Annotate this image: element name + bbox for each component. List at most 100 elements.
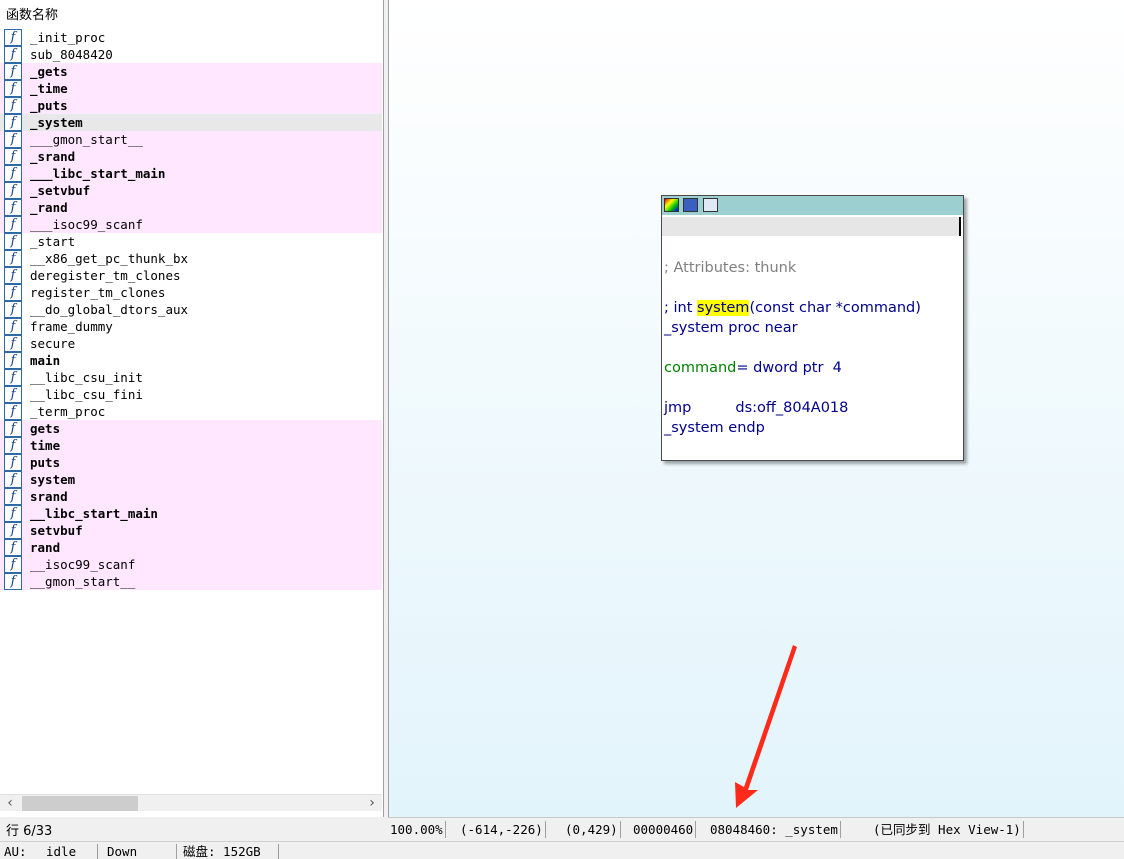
function-row[interactable]: f ___gmon_start__ [0, 131, 382, 148]
function-icon: f [4, 522, 22, 539]
function-icon: f [4, 318, 22, 335]
function-name: ___isoc99_scanf [30, 217, 143, 232]
rename-icon[interactable] [683, 198, 698, 212]
node-header [662, 217, 959, 236]
function-row[interactable]: f frame_dummy [0, 318, 382, 335]
au-label: AU: [4, 844, 27, 859]
function-row[interactable]: f __gmon_start__ [0, 573, 382, 590]
attributes-comment: ; Attributes: thunk [664, 260, 797, 276]
function-name: ___libc_start_main [30, 166, 166, 181]
function-row[interactable]: f setvbuf [0, 522, 382, 539]
function-name: setvbuf [30, 523, 83, 538]
function-name: puts [30, 455, 61, 470]
color-icon[interactable] [664, 198, 679, 212]
prototype-suffix: (const char *command) [749, 300, 921, 316]
mouse-coords: (-614,-226) [458, 821, 546, 838]
function-row[interactable]: f _term_proc [0, 403, 382, 420]
function-icon: f [4, 488, 22, 505]
function-name: _gets [30, 64, 68, 79]
code-node[interactable]: ; Attributes: thunk ; int system(const c… [661, 195, 964, 461]
scroll-right-icon[interactable]: › [364, 795, 380, 812]
separator [278, 844, 279, 859]
function-row[interactable]: f secure [0, 335, 382, 352]
graph-view[interactable]: ; Attributes: thunk ; int system(const c… [388, 0, 1124, 817]
node-titlebar[interactable] [662, 196, 963, 215]
function-icon: f [4, 369, 22, 386]
graph-status-bar: 100.00% (-614,-226) (0,429) 00000460 080… [388, 817, 1124, 839]
function-row[interactable]: f gets [0, 420, 382, 437]
function-row[interactable]: f puts [0, 454, 382, 471]
scroll-left-icon[interactable]: ‹ [2, 795, 18, 812]
function-row[interactable]: f sub_8048420 [0, 46, 382, 63]
function-name: srand [30, 489, 68, 504]
function-icon: f [4, 63, 22, 80]
function-row[interactable]: f _time [0, 80, 382, 97]
function-row[interactable]: f __libc_start_main [0, 505, 382, 522]
function-row[interactable]: f _puts [0, 97, 382, 114]
function-name: _setvbuf [30, 183, 91, 198]
sync-status: (已同步到 Hex View-1) [871, 821, 1024, 838]
function-icon: f [4, 335, 22, 352]
function-row[interactable]: f main [0, 352, 382, 369]
function-row[interactable]: f __do_global_dtors_aux [0, 301, 382, 318]
function-icon: f [4, 165, 22, 182]
function-row[interactable]: f deregister_tm_clones [0, 267, 382, 284]
arg-line[interactable]: command= dword ptr 4 [664, 358, 842, 378]
function-row[interactable]: f _srand [0, 148, 382, 165]
function-name: __do_global_dtors_aux [30, 302, 189, 317]
function-icon: f [4, 284, 22, 301]
function-icon: f [4, 80, 22, 97]
horizontal-scrollbar[interactable]: ‹ › [0, 794, 382, 811]
function-row[interactable]: f srand [0, 488, 382, 505]
function-icon: f [4, 454, 22, 471]
function-name: frame_dummy [30, 319, 113, 334]
function-row[interactable]: f _init_proc [0, 29, 382, 46]
function-row[interactable]: f ___libc_start_main [0, 165, 382, 182]
function-row[interactable]: f ___isoc99_scanf [0, 216, 382, 233]
function-name: _init_proc [30, 30, 106, 45]
function-icon: f [4, 114, 22, 131]
jmp-mnemonic: jmp [664, 400, 692, 416]
function-row[interactable]: f __libc_csu_fini [0, 386, 382, 403]
function-icon: f [4, 556, 22, 573]
function-row[interactable]: f _gets [0, 63, 382, 80]
function-row[interactable]: f _system [0, 114, 382, 131]
function-row[interactable]: f rand [0, 539, 382, 556]
function-name: secure [30, 336, 76, 351]
zoom-level: 100.00% [388, 821, 446, 838]
function-icon: f [4, 352, 22, 369]
arg-name[interactable]: command [664, 360, 736, 376]
proc-line[interactable]: _system proc near [664, 318, 798, 338]
function-row[interactable]: f system [0, 471, 382, 488]
prototype-line[interactable]: ; int system(const char *command) [664, 298, 921, 318]
function-name: __libc_csu_init [30, 370, 143, 385]
row-indicator: 行 6/33 [6, 824, 53, 839]
jmp-line[interactable]: jmp ds:off_804A018 [664, 398, 848, 418]
function-name: __x86_get_pc_thunk_bx [30, 251, 189, 266]
function-name: _term_proc [30, 404, 106, 419]
jmp-operand[interactable]: ds:off_804A018 [735, 400, 848, 416]
function-name: register_tm_clones [30, 285, 166, 300]
graph-icon[interactable] [703, 198, 718, 212]
function-row[interactable]: f __x86_get_pc_thunk_bx [0, 250, 382, 267]
function-row[interactable]: f _setvbuf [0, 182, 382, 199]
function-row[interactable]: f _rand [0, 199, 382, 216]
graph-position: (0,429) [563, 821, 621, 838]
function-icon: f [4, 233, 22, 250]
function-row[interactable]: f _start [0, 233, 382, 250]
function-icon: f [4, 573, 22, 590]
function-row[interactable]: f __libc_csu_init [0, 369, 382, 386]
disk-space: 磁盘: 152GB [183, 844, 261, 859]
function-icon: f [4, 471, 22, 488]
function-row[interactable]: f __isoc99_scanf [0, 556, 382, 573]
function-name: __libc_csu_fini [30, 387, 143, 402]
function-name: _puts [30, 98, 68, 113]
function-icon: f [4, 437, 22, 454]
function-icon: f [4, 420, 22, 437]
function-row[interactable]: f register_tm_clones [0, 284, 382, 301]
function-row[interactable]: f time [0, 437, 382, 454]
bottom-status-bar: AU: idle Down 磁盘: 152GB [0, 841, 1124, 859]
endp-line[interactable]: _system endp [664, 418, 765, 438]
highlighted-identifier[interactable]: system [697, 300, 750, 316]
scroll-thumb[interactable] [22, 796, 138, 811]
